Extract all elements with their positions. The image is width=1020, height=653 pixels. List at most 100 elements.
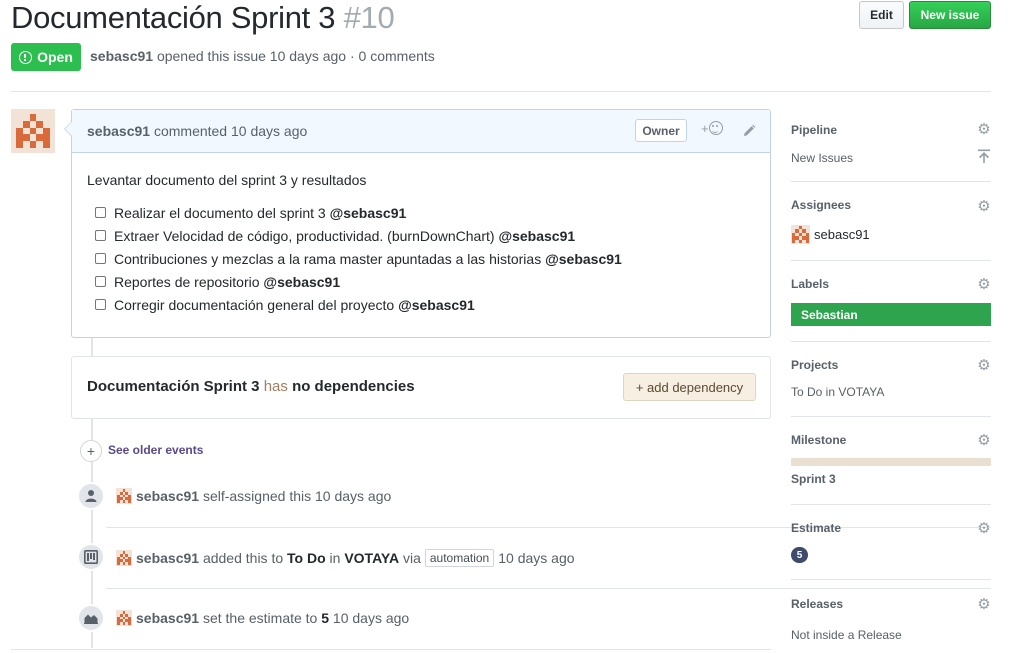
event-estimate-value: 5: [321, 610, 330, 626]
add-dependency-button[interactable]: + add dependency: [623, 373, 756, 401]
milestone-value[interactable]: Sprint 3: [791, 472, 836, 486]
task-text: Reportes de repositorio: [114, 273, 260, 290]
automation-badge: automation: [424, 549, 495, 567]
sidebar-divider: [791, 579, 991, 580]
task-checkbox[interactable]: [95, 276, 106, 287]
identicon-image: [116, 610, 132, 626]
event-text-pre: set the estimate to: [199, 610, 322, 626]
sidebar-heading: Projects: [791, 358, 839, 372]
sidebar-divider: [791, 341, 991, 342]
task-mention[interactable]: @sebasc91: [263, 274, 340, 290]
event-user-link[interactable]: sebasc91: [136, 550, 199, 566]
task-text: Realizar el documento del sprint 3: [114, 204, 326, 221]
issue-author-link[interactable]: sebasc91: [90, 48, 153, 64]
project-value[interactable]: To Do in VOTAYA: [791, 385, 991, 399]
comment-author-link[interactable]: sebasc91: [87, 123, 150, 139]
pencil-icon[interactable]: [742, 124, 756, 138]
edit-button[interactable]: Edit: [859, 1, 904, 29]
sidebar-heading: Milestone: [791, 433, 847, 447]
sidebar-heading: Assignees: [791, 198, 852, 212]
gear-icon[interactable]: ⚙: [977, 433, 991, 448]
event-repo-link[interactable]: VOTAYA: [344, 550, 399, 566]
issue-state-label: Open: [37, 49, 73, 65]
issue-title: Documentación Sprint 3 #10: [11, 0, 395, 36]
task-mention[interactable]: @sebasc91: [545, 251, 622, 267]
event-divider: [106, 588, 991, 589]
add-reaction-button[interactable]: +: [701, 121, 723, 136]
gear-icon[interactable]: ⚙: [977, 277, 991, 292]
sidebar-divider: [791, 260, 991, 261]
gear-icon[interactable]: ⚙: [977, 521, 991, 536]
sidebar-projects: Projects ⚙ To Do in VOTAYA: [791, 358, 991, 399]
person-icon: [77, 482, 105, 510]
comment-header: sebasc91 commented 10 days ago Owner +: [72, 110, 770, 153]
pipeline-value[interactable]: New Issues: [791, 151, 991, 165]
task-mention[interactable]: @sebasc91: [330, 205, 407, 221]
plus-icon[interactable]: +: [80, 440, 102, 462]
see-older-events-link[interactable]: See older events: [108, 443, 203, 457]
issue-title-text: Documentación Sprint 3: [11, 0, 336, 35]
assignee[interactable]: sebasc91: [791, 225, 991, 244]
gear-icon[interactable]: ⚙: [977, 122, 991, 137]
dependency-status: no dependencies: [292, 378, 415, 395]
releases-value: Not inside a Release: [791, 628, 902, 642]
identicon-image: [791, 225, 810, 244]
timeline-event: sebasc91 self-assigned this 10 days ago: [116, 488, 391, 504]
timeline-event: sebasc91 set the estimate to 5 10 days a…: [116, 610, 409, 626]
task-checkbox[interactable]: [95, 230, 106, 241]
event-user-link[interactable]: sebasc91: [136, 610, 199, 626]
task-checkbox[interactable]: [95, 253, 106, 264]
task-mention[interactable]: @sebasc91: [498, 228, 575, 244]
identicon-image: [116, 488, 132, 504]
avatar[interactable]: [11, 109, 55, 153]
graph-icon: [77, 604, 105, 632]
sidebar-pipeline: Pipeline ⚙ New Issues: [791, 122, 991, 165]
smiley-icon: [708, 121, 723, 135]
task-checkbox[interactable]: [95, 207, 106, 218]
issue-opened-text: opened this issue 10 days ago · 0 commen…: [156, 48, 435, 64]
sidebar-heading: Estimate: [791, 521, 842, 535]
avatar[interactable]: [116, 610, 132, 626]
sidebar-heading: Labels: [791, 277, 830, 291]
sidebar-heading: Releases: [791, 597, 844, 611]
event-text: self-assigned this 10 days ago: [199, 488, 392, 504]
task-checkbox[interactable]: [95, 299, 106, 310]
sidebar-milestone: Milestone ⚙: [791, 433, 991, 448]
arrow-to-top-icon[interactable]: [977, 149, 991, 163]
gear-icon[interactable]: ⚙: [977, 597, 991, 612]
event-text-post: 10 days ago: [498, 550, 575, 566]
sidebar-divider: [791, 416, 991, 417]
sidebar-divider: [791, 504, 991, 505]
task-text: Contribuciones y mezclas a la rama maste…: [114, 250, 542, 267]
issue-state-badge: Open: [11, 43, 81, 71]
label-tag[interactable]: Sebastian: [791, 303, 991, 326]
estimate-badge: 5: [791, 547, 808, 563]
milestone-progress-bar: [791, 458, 991, 466]
task-mention[interactable]: @sebasc91: [398, 297, 475, 313]
sidebar-estimate: Estimate ⚙: [791, 521, 991, 536]
comment-action[interactable]: commented 10 days ago: [154, 123, 307, 139]
dependency-issue-name: Documentación Sprint 3: [87, 378, 260, 395]
new-issue-button[interactable]: New issue: [909, 1, 991, 29]
avatar[interactable]: [116, 550, 132, 566]
comment-intro: Levantar documento del sprint 3 y result…: [87, 172, 367, 188]
task-text: Extraer Velocidad de código, productivid…: [114, 227, 495, 244]
comment-body: Levantar documento del sprint 3 y result…: [72, 153, 770, 316]
gear-icon[interactable]: ⚙: [977, 358, 991, 373]
issue-meta: sebasc91 opened this issue 10 days ago ·…: [90, 48, 435, 64]
comment-author-line: sebasc91 commented 10 days ago: [87, 123, 307, 139]
task-item: Corregir documentación general del proye…: [87, 293, 755, 316]
event-user-link[interactable]: sebasc91: [136, 488, 199, 504]
timeline-bottom-divider: [11, 649, 771, 650]
identicon-image: [11, 109, 55, 153]
gear-icon[interactable]: ⚙: [977, 199, 991, 214]
avatar[interactable]: [116, 488, 132, 504]
project-icon: [77, 543, 105, 571]
dependencies-panel: Documentación Sprint 3 has no dependenci…: [71, 356, 771, 419]
owner-badge: Owner: [635, 119, 687, 142]
reaction-plus: +: [701, 121, 709, 136]
task-item: Realizar el documento del sprint 3 @seba…: [87, 201, 755, 224]
dependencies-text: Documentación Sprint 3 has no dependenci…: [87, 378, 415, 395]
task-text: Corregir documentación general del proye…: [114, 296, 395, 313]
task-item: Extraer Velocidad de código, productivid…: [87, 224, 755, 247]
